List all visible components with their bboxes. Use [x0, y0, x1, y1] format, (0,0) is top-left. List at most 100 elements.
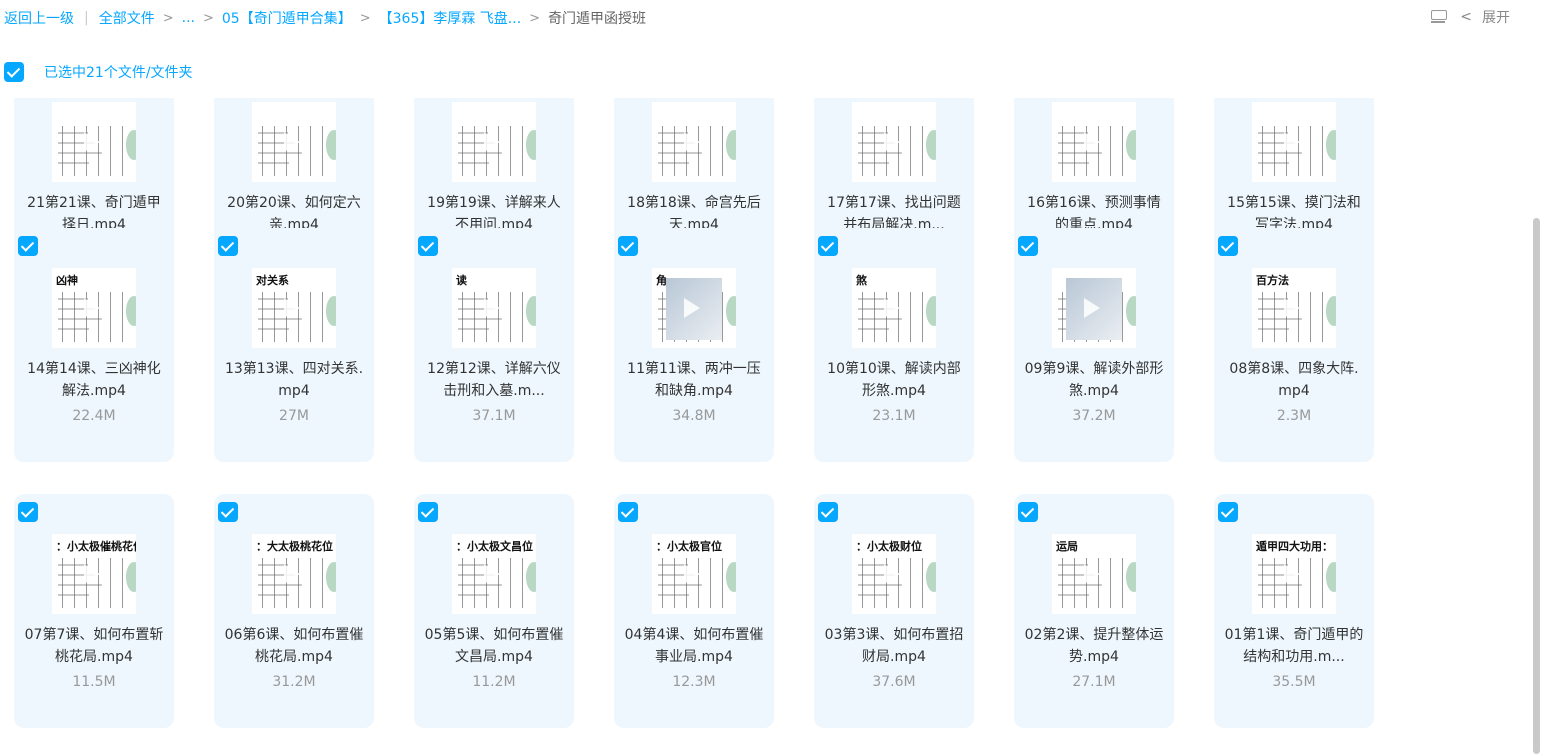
file-card[interactable]: 对关系 13第13课、四对关系.mp4 27M: [214, 228, 374, 462]
file-card[interactable]: ：大太极桃花位 06第6课、如何布置催桃花局.mp4 31.2M: [214, 494, 374, 728]
breadcrumb-level1[interactable]: 05【奇门遁甲合集】: [222, 8, 352, 28]
top-bar: 返回上一级 | 全部文件 > ... > 05【奇门遁甲合集】 > 【365】李…: [0, 0, 1544, 36]
video-thumbnail: 对关系: [252, 268, 336, 348]
play-icon: [884, 132, 900, 152]
thumbnail-title: 煞: [856, 274, 867, 287]
file-size: 27M: [279, 408, 309, 424]
select-all-checkbox[interactable]: [4, 62, 24, 82]
scrollbar[interactable]: [1530, 98, 1544, 754]
file-checkbox[interactable]: [218, 502, 238, 522]
play-icon: [1084, 132, 1100, 152]
video-thumbnail: 读: [452, 268, 536, 348]
file-name[interactable]: 09第9课、解读外部形煞.mp4: [1024, 358, 1164, 402]
breadcrumb-ellipsis[interactable]: ...: [182, 10, 195, 26]
file-card[interactable]: 读 12第12课、详解六仪击刑和入墓.m... 37.1M: [414, 228, 574, 462]
file-checkbox[interactable]: [418, 236, 438, 256]
file-card[interactable]: 煞 10第10课、解读内部形煞.mp4 23.1M: [814, 228, 974, 462]
file-name[interactable]: 14第14课、三凶神化解法.mp4: [24, 358, 164, 402]
file-card[interactable]: 角 11第11课、两冲一压和缺角.mp4 34.8M: [614, 228, 774, 462]
file-card[interactable]: ：小太极财位 03第3课、如何布置招财局.mp4 37.6M: [814, 494, 974, 728]
file-card[interactable]: ：小太极官位 04第4课、如何布置催事业局.mp4 12.3M: [614, 494, 774, 728]
file-size: 12.3M: [672, 674, 716, 690]
file-card[interactable]: 运局 02第2课、提升整体运势.mp4 27.1M: [1014, 494, 1174, 728]
video-thumbnail: ：小太极催桃花位: [52, 534, 136, 614]
breadcrumb-level2[interactable]: 【365】李厚霖 飞盘...: [379, 8, 522, 28]
list-view-icon[interactable]: [1430, 10, 1448, 24]
thumbnail-title: ：小太极官位: [656, 540, 722, 553]
thumbnail-title: 对关系: [256, 274, 289, 287]
file-name[interactable]: 12第12课、详解六仪击刑和入墓.m...: [424, 358, 564, 402]
file-size: 23.1M: [872, 408, 916, 424]
file-card[interactable]: 百方法 08第8课、四象大阵.mp4 2.3M: [1214, 228, 1374, 462]
file-size: 27.1M: [1072, 674, 1116, 690]
video-thumbnail: [452, 102, 536, 182]
file-name[interactable]: 03第3课、如何布置招财局.mp4: [824, 624, 964, 668]
video-thumbnail: [1052, 102, 1136, 182]
video-thumbnail: [1252, 102, 1336, 182]
file-name[interactable]: 08第8课、四象大阵.mp4: [1224, 358, 1364, 402]
play-icon: [284, 564, 300, 584]
file-size: 11.2M: [472, 674, 516, 690]
expand-button[interactable]: < 展开: [1460, 7, 1510, 27]
file-name[interactable]: 05第5课、如何布置催文昌局.mp4: [424, 624, 564, 668]
play-icon: [1284, 298, 1300, 318]
file-checkbox[interactable]: [1018, 236, 1038, 256]
file-size: 31.2M: [272, 674, 316, 690]
play-icon: [484, 298, 500, 318]
file-checkbox[interactable]: [218, 236, 238, 256]
video-thumbnail: ：小太极官位: [652, 534, 736, 614]
play-icon: [284, 132, 300, 152]
video-thumbnail: [652, 102, 736, 182]
file-size: 22.4M: [72, 408, 116, 424]
file-card[interactable]: ：小太极催桃花位 07第7课、如何布置斩桃花局.mp4 11.5M: [14, 494, 174, 728]
chevron-right-icon: >: [529, 10, 541, 26]
file-size: 34.8M: [672, 408, 716, 424]
play-icon: [684, 298, 700, 318]
play-icon: [84, 564, 100, 584]
divider: |: [84, 10, 89, 26]
file-card[interactable]: ：小太极文昌位 05第5课、如何布置催文昌局.mp4 11.2M: [414, 494, 574, 728]
breadcrumb: 返回上一级 | 全部文件 > ... > 05【奇门遁甲合集】 > 【365】李…: [4, 8, 646, 28]
file-size: 2.3M: [1276, 408, 1312, 424]
play-icon: [884, 564, 900, 584]
thumbnail-title: ：大太极桃花位: [256, 540, 333, 553]
file-name[interactable]: 10第10课、解读内部形煞.mp4: [824, 358, 964, 402]
file-checkbox[interactable]: [618, 236, 638, 256]
video-thumbnail: [252, 102, 336, 182]
file-card[interactable]: 遁甲四大功用： 01第1课、奇门遁甲的结构和功用.m... 35.5M: [1214, 494, 1374, 728]
back-link[interactable]: 返回上一级: [4, 8, 74, 28]
file-size: 35.5M: [1272, 674, 1316, 690]
file-name[interactable]: 11第11课、两冲一压和缺角.mp4: [624, 358, 764, 402]
file-name[interactable]: 13第13课、四对关系.mp4: [224, 358, 364, 402]
video-thumbnail: 遁甲四大功用：: [1252, 534, 1336, 614]
file-checkbox[interactable]: [818, 236, 838, 256]
file-checkbox[interactable]: [1018, 502, 1038, 522]
file-checkbox[interactable]: [418, 502, 438, 522]
file-checkbox[interactable]: [18, 236, 38, 256]
play-icon: [484, 564, 500, 584]
file-card[interactable]: 凶神 14第14课、三凶神化解法.mp4 22.4M: [14, 228, 174, 462]
video-thumbnail: 角: [652, 268, 736, 348]
thumbnail-title: 遁甲四大功用：: [1256, 540, 1333, 553]
file-name[interactable]: 01第1课、奇门遁甲的结构和功用.m...: [1224, 624, 1364, 668]
breadcrumb-root[interactable]: 全部文件: [99, 8, 155, 28]
file-name[interactable]: 02第2课、提升整体运势.mp4: [1024, 624, 1164, 668]
chevron-left-icon: <: [1460, 9, 1472, 25]
file-checkbox[interactable]: [1218, 236, 1238, 256]
file-name[interactable]: 04第4课、如何布置催事业局.mp4: [624, 624, 764, 668]
file-name[interactable]: 06第6课、如何布置催桃花局.mp4: [224, 624, 364, 668]
file-checkbox[interactable]: [618, 502, 638, 522]
chevron-right-icon: >: [359, 10, 371, 26]
file-checkbox[interactable]: [818, 502, 838, 522]
play-icon: [1284, 132, 1300, 152]
file-checkbox[interactable]: [1218, 502, 1238, 522]
play-icon: [1084, 564, 1100, 584]
scrollbar-thumb[interactable]: [1533, 218, 1540, 754]
play-icon: [684, 564, 700, 584]
file-card[interactable]: 09第9课、解读外部形煞.mp4 37.2M: [1014, 228, 1174, 462]
thumbnail-title: ：小太极催桃花位: [56, 540, 136, 553]
file-name[interactable]: 07第7课、如何布置斩桃花局.mp4: [24, 624, 164, 668]
chevron-right-icon: >: [162, 10, 174, 26]
play-icon: [884, 298, 900, 318]
file-checkbox[interactable]: [18, 502, 38, 522]
